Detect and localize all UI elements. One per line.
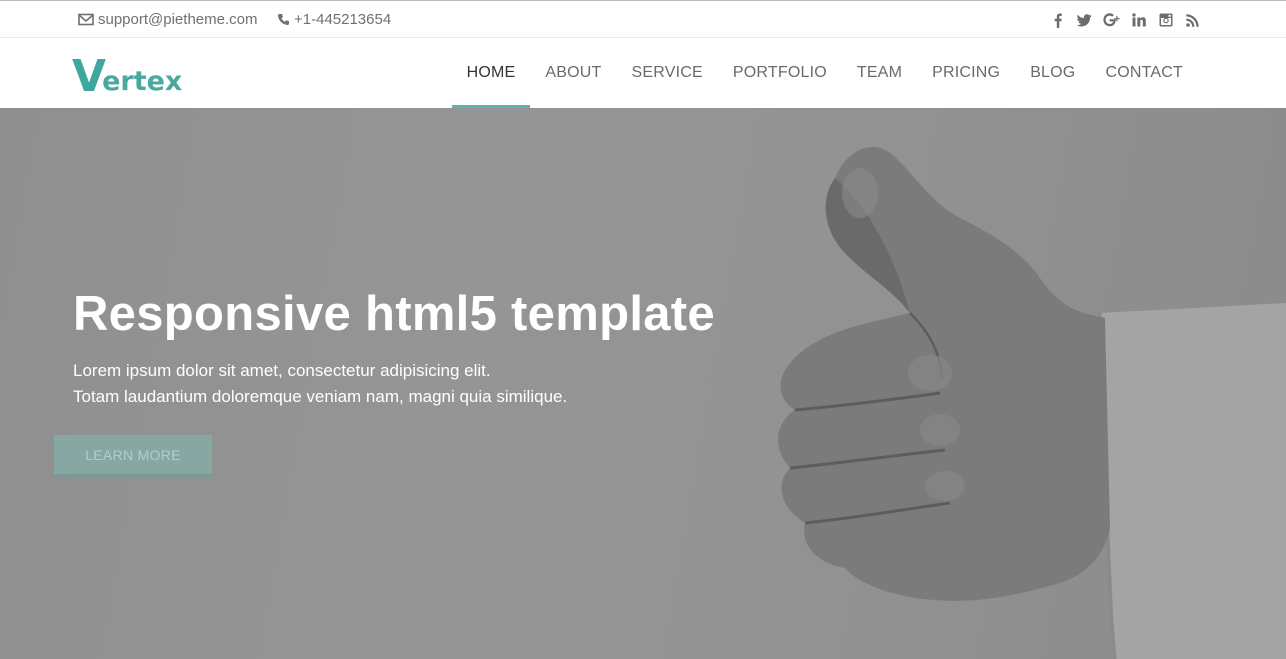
rss-icon[interactable] xyxy=(1179,11,1206,29)
logo-letter-v: V xyxy=(72,51,106,102)
google-plus-icon[interactable] xyxy=(1098,11,1125,29)
twitter-icon[interactable] xyxy=(1071,11,1098,29)
nav-item-blog[interactable]: BLOG xyxy=(1015,38,1090,108)
nav-item-pricing[interactable]: PRICING xyxy=(917,38,1015,108)
nav-item-home[interactable]: HOME xyxy=(451,38,531,108)
main-navbar: V ertex HOME ABOUT SERVICE PORTFOLIO TEA… xyxy=(0,38,1286,108)
phone-contact[interactable]: +1-445213654 xyxy=(277,11,391,28)
nav-item-contact[interactable]: CONTACT xyxy=(1090,38,1198,108)
social-links xyxy=(1044,11,1206,29)
main-menu: HOME ABOUT SERVICE PORTFOLIO TEAM PRICIN… xyxy=(451,38,1198,108)
logo-text: ertex xyxy=(102,66,183,97)
hero-section: Responsive html5 template Lorem ipsum do… xyxy=(0,108,1286,659)
nav-item-service[interactable]: SERVICE xyxy=(617,38,718,108)
top-bar: support@pietheme.com +1-445213654 xyxy=(0,0,1286,38)
phone-text: +1-445213654 xyxy=(294,11,392,28)
facebook-icon[interactable] xyxy=(1044,11,1071,29)
nav-item-about[interactable]: ABOUT xyxy=(530,38,616,108)
nav-item-portfolio[interactable]: PORTFOLIO xyxy=(718,38,842,108)
linkedin-icon[interactable] xyxy=(1125,11,1152,29)
email-contact[interactable]: support@pietheme.com xyxy=(78,11,257,28)
email-text: support@pietheme.com xyxy=(98,11,258,28)
hero-subtitle: Lorem ipsum dolor sit amet, consectetur … xyxy=(73,358,567,410)
thumbs-up-image xyxy=(778,147,1286,659)
vertex-logo[interactable]: V ertex xyxy=(72,51,183,102)
hero-title: Responsive html5 template xyxy=(73,287,715,341)
hero-subtitle-line-1: Lorem ipsum dolor sit amet, consectetur … xyxy=(73,361,491,380)
instagram-icon[interactable] xyxy=(1152,11,1179,29)
phone-icon xyxy=(278,14,289,25)
hero-subtitle-line-2: Totam laudantium doloremque veniam nam, … xyxy=(73,387,568,406)
envelope-icon xyxy=(78,13,94,26)
nav-item-team[interactable]: TEAM xyxy=(842,38,917,108)
learn-more-button[interactable]: LEARN MORE xyxy=(54,435,212,477)
